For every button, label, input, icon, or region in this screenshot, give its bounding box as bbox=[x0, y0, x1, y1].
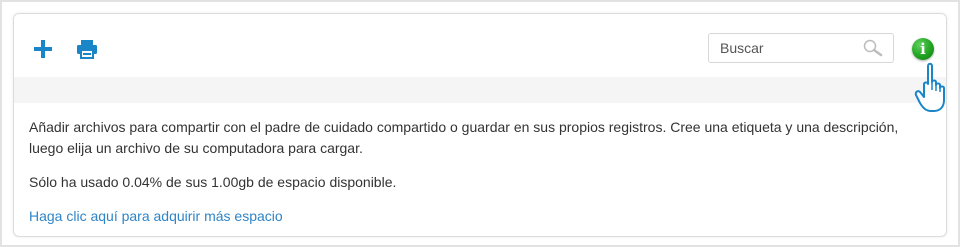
printer-icon bbox=[77, 40, 97, 59]
toolbar-divider-strip bbox=[14, 77, 946, 103]
plus-icon bbox=[34, 40, 52, 58]
search-input[interactable] bbox=[709, 34, 870, 62]
info-icon[interactable]: i bbox=[912, 38, 934, 60]
search-box bbox=[708, 33, 894, 63]
toolbar: i bbox=[14, 14, 946, 77]
add-file-button[interactable] bbox=[30, 36, 56, 62]
usage-text: Sólo ha usado 0.04% de sus 1.00gb de esp… bbox=[29, 174, 397, 190]
files-panel: i Añadir archivos para compartir con el … bbox=[13, 13, 947, 237]
hand-pointer-cursor-icon bbox=[914, 62, 945, 112]
buy-more-space-link[interactable]: Haga clic aquí para adquirir más espacio bbox=[29, 206, 283, 227]
description-text: Añadir archivos para compartir con el pa… bbox=[29, 119, 899, 156]
page-frame: i Añadir archivos para compartir con el … bbox=[0, 0, 960, 247]
print-button[interactable] bbox=[74, 36, 100, 62]
magnifier-icon[interactable] bbox=[862, 39, 884, 57]
